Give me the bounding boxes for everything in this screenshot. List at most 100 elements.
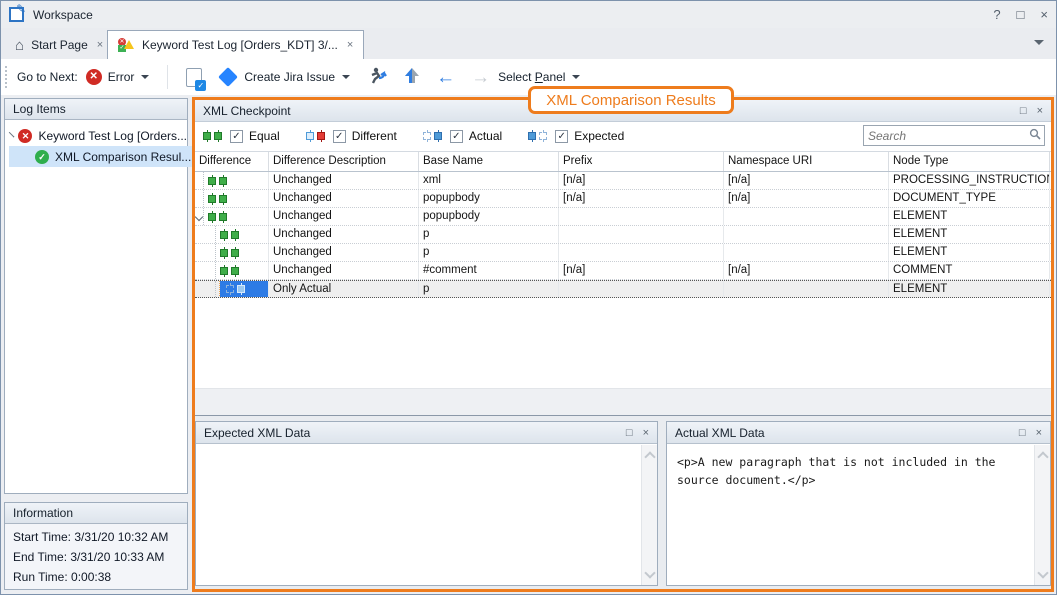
cell-prefix[interactable] bbox=[559, 244, 724, 261]
cell-namespace-uri[interactable]: [n/a] bbox=[724, 262, 889, 279]
cell-description[interactable]: Unchanged bbox=[269, 226, 419, 243]
panel-minimize-icon[interactable]: □ bbox=[1019, 427, 1026, 439]
actual-checkbox[interactable]: ✓ bbox=[450, 130, 463, 143]
tab-keyword-test-log[interactable]: ✕✓ Keyword Test Log [Orders_KDT] 3/... × bbox=[107, 30, 364, 59]
cell-node-type[interactable]: ELEMENT bbox=[889, 208, 1050, 225]
run-test-icon[interactable] bbox=[368, 67, 388, 88]
panel-close-icon[interactable]: × bbox=[643, 427, 649, 439]
column-header-prefix[interactable]: Prefix bbox=[559, 152, 724, 171]
cell-description[interactable]: Unchanged bbox=[269, 262, 419, 279]
cell-prefix[interactable] bbox=[559, 208, 724, 225]
cell-difference[interactable] bbox=[195, 244, 269, 261]
cell-prefix[interactable] bbox=[559, 281, 724, 297]
go-to-next-label: Go to Next: bbox=[17, 70, 78, 84]
next-arrow-icon[interactable]: → bbox=[471, 68, 490, 87]
cell-prefix[interactable]: [n/a] bbox=[559, 190, 724, 207]
previous-arrow-icon[interactable]: ← bbox=[436, 68, 455, 87]
tree-item-xml-comparison[interactable]: ✓ XML Comparison Resul... bbox=[9, 146, 197, 167]
cell-base-name[interactable]: xml bbox=[419, 172, 559, 189]
cell-base-name[interactable]: popupbody bbox=[419, 208, 559, 225]
chevron-down-icon[interactable] bbox=[9, 132, 15, 138]
horizontal-splitter[interactable] bbox=[195, 388, 1051, 416]
table-row[interactable]: Unchangedp ELEMENT bbox=[195, 244, 1051, 262]
create-jira-issue-button[interactable]: Create Jira Issue bbox=[244, 70, 335, 84]
column-header-difference[interactable]: Difference bbox=[195, 152, 269, 171]
cell-base-name[interactable]: p bbox=[419, 244, 559, 261]
cell-prefix[interactable]: [n/a] bbox=[559, 262, 724, 279]
cell-base-name[interactable]: popupbody bbox=[419, 190, 559, 207]
table-row[interactable]: Unchangedpopupbody ELEMENT bbox=[195, 208, 1051, 226]
select-panel-dropdown-icon[interactable] bbox=[572, 75, 580, 79]
selected-difference-cell[interactable] bbox=[220, 281, 268, 297]
cell-difference[interactable] bbox=[195, 226, 269, 243]
cell-node-type[interactable]: ELEMENT bbox=[889, 244, 1050, 261]
scroll-down-icon[interactable] bbox=[1037, 567, 1048, 578]
cell-prefix[interactable]: [n/a] bbox=[559, 172, 724, 189]
panel-close-icon[interactable]: × bbox=[1037, 105, 1043, 117]
expected-checkbox[interactable]: ✓ bbox=[555, 130, 568, 143]
tab-close-icon[interactable]: × bbox=[347, 39, 353, 51]
different-checkbox[interactable]: ✓ bbox=[333, 130, 346, 143]
cell-node-type[interactable]: COMMENT bbox=[889, 262, 1050, 279]
close-button[interactable]: × bbox=[1040, 7, 1048, 22]
cell-namespace-uri[interactable] bbox=[724, 244, 889, 261]
tab-start-page[interactable]: ⌂ Start Page × bbox=[5, 31, 113, 59]
cell-namespace-uri[interactable] bbox=[724, 281, 889, 297]
cell-base-name[interactable]: #comment bbox=[419, 262, 559, 279]
cell-namespace-uri[interactable]: [n/a] bbox=[724, 190, 889, 207]
column-header-difference-description[interactable]: Difference Description bbox=[269, 152, 419, 171]
cell-node-type[interactable]: PROCESSING_INSTRUCTION bbox=[889, 172, 1050, 189]
table-row[interactable]: Unchangedxml[n/a][n/a]PROCESSING_INSTRUC… bbox=[195, 172, 1051, 190]
cell-description[interactable]: Unchanged bbox=[269, 190, 419, 207]
panel-close-icon[interactable]: × bbox=[1036, 427, 1042, 439]
cell-difference[interactable] bbox=[195, 172, 269, 189]
table-row[interactable]: Unchanged#comment[n/a][n/a]COMMENT bbox=[195, 262, 1051, 280]
jira-dropdown-icon[interactable] bbox=[342, 75, 350, 79]
search-input[interactable] bbox=[864, 129, 1029, 143]
cell-difference[interactable] bbox=[195, 208, 269, 225]
tab-list-dropdown-icon[interactable] bbox=[1034, 40, 1044, 45]
cell-prefix[interactable] bbox=[559, 226, 724, 243]
help-button[interactable]: ? bbox=[993, 7, 1000, 22]
scrollbar[interactable] bbox=[1034, 445, 1050, 585]
table-row[interactable]: Only Actualp ELEMENT bbox=[195, 280, 1051, 298]
cell-node-type[interactable]: DOCUMENT_TYPE bbox=[889, 190, 1050, 207]
table-row[interactable]: Unchangedp ELEMENT bbox=[195, 226, 1051, 244]
cell-description[interactable]: Unchanged bbox=[269, 208, 419, 225]
cell-description[interactable]: Unchanged bbox=[269, 244, 419, 261]
scroll-up-icon[interactable] bbox=[1037, 451, 1048, 462]
tab-close-icon[interactable]: × bbox=[97, 39, 103, 51]
column-header-namespace-uri[interactable]: Namespace URI bbox=[724, 152, 889, 171]
cell-node-type[interactable]: ELEMENT bbox=[889, 226, 1050, 243]
cell-difference[interactable] bbox=[195, 281, 269, 297]
scroll-down-icon[interactable] bbox=[644, 567, 655, 578]
error-dropdown-icon[interactable] bbox=[141, 75, 149, 79]
tree-item-keyword-test-log[interactable]: ✕ Keyword Test Log [Orders... bbox=[9, 125, 187, 146]
search-icon[interactable] bbox=[1029, 128, 1041, 143]
cell-difference[interactable] bbox=[195, 190, 269, 207]
go-to-next-error-button[interactable]: Error bbox=[108, 70, 135, 84]
table-row[interactable]: Unchangedpopupbody[n/a][n/a]DOCUMENT_TYP… bbox=[195, 190, 1051, 208]
cell-namespace-uri[interactable] bbox=[724, 226, 889, 243]
equal-checkbox[interactable]: ✓ bbox=[230, 130, 243, 143]
checkpoint-details-icon[interactable] bbox=[186, 68, 202, 87]
expander-chevron-icon[interactable] bbox=[195, 212, 203, 220]
maximize-button[interactable]: □ bbox=[1017, 7, 1025, 22]
column-header-node-type[interactable]: Node Type bbox=[889, 152, 1050, 171]
tree-guide-line bbox=[203, 190, 204, 207]
panel-minimize-icon[interactable]: □ bbox=[626, 427, 633, 439]
scroll-up-icon[interactable] bbox=[644, 451, 655, 462]
select-panel-button[interactable]: Select Panel bbox=[498, 70, 565, 84]
cell-description[interactable]: Only Actual bbox=[269, 281, 419, 297]
cell-base-name[interactable]: p bbox=[419, 226, 559, 243]
cell-base-name[interactable]: p bbox=[419, 281, 559, 297]
cell-difference[interactable] bbox=[195, 262, 269, 279]
cell-namespace-uri[interactable] bbox=[724, 208, 889, 225]
scrollbar[interactable] bbox=[641, 445, 657, 585]
cell-namespace-uri[interactable]: [n/a] bbox=[724, 172, 889, 189]
column-header-base-name[interactable]: Base Name bbox=[419, 152, 559, 171]
panel-minimize-icon[interactable]: □ bbox=[1020, 105, 1027, 117]
go-up-icon[interactable] bbox=[404, 67, 420, 88]
cell-description[interactable]: Unchanged bbox=[269, 172, 419, 189]
cell-node-type[interactable]: ELEMENT bbox=[889, 281, 1050, 297]
